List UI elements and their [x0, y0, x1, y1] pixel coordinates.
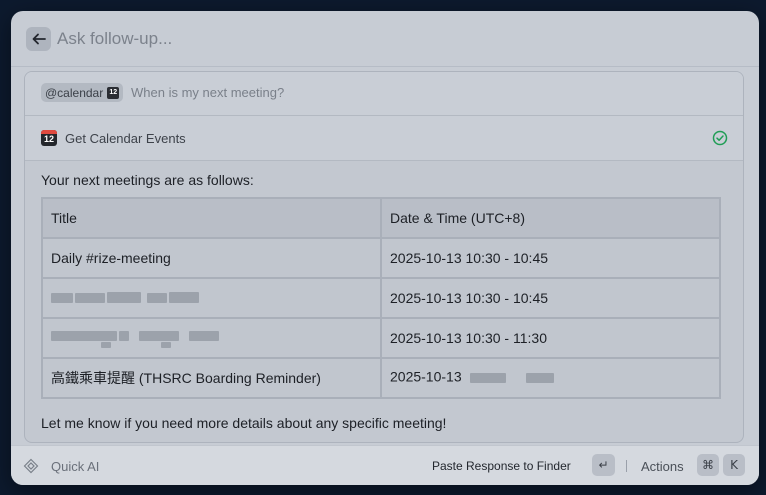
redacted-text — [51, 288, 221, 308]
redacted-text — [466, 368, 566, 388]
return-key-hint: ↵ — [592, 454, 615, 476]
calendar-mini-icon: 12 — [107, 86, 120, 99]
meeting-datetime: 2025-10-13 10:30 - 10:45 — [380, 277, 721, 319]
app-name: Quick AI — [51, 459, 100, 474]
meeting-datetime: 2025-10-13 — [390, 368, 462, 385]
meeting-title: Daily #rize-meeting — [41, 237, 382, 279]
command-key-hint: ⌘ — [697, 454, 719, 476]
footer-divider — [626, 460, 627, 472]
table-row: 2025-10-13 10:30 - 10:45 — [41, 277, 721, 319]
calendar-icon: 12 — [41, 130, 57, 146]
redacted-text — [51, 328, 221, 348]
arrow-left-icon — [32, 33, 46, 45]
response-outro: Let me know if you need more details abo… — [41, 415, 447, 431]
meeting-datetime: 2025-10-13 10:30 - 10:45 — [380, 237, 721, 279]
header-datetime: Date & Time (UTC+8) — [380, 197, 721, 239]
table-header-row: Title Date & Time (UTC+8) — [41, 197, 721, 239]
actions-button[interactable]: Actions — [641, 459, 684, 474]
paste-response-button[interactable]: Paste Response to Finder — [432, 459, 571, 473]
conversation-panel: @calendar 12 When is my next meeting? 12… — [24, 71, 744, 443]
response-intro: Your next meetings are as follows: — [41, 172, 254, 188]
tool-call-row[interactable]: 12 Get Calendar Events — [25, 116, 743, 161]
meeting-title: 高鐵乘車提醒 (THSRC Boarding Reminder) — [41, 357, 382, 399]
quick-ai-window: @calendar 12 When is my next meeting? 12… — [11, 11, 759, 485]
follow-up-input[interactable] — [57, 25, 697, 53]
table-row: 2025-10-13 10:30 - 11:30 — [41, 317, 721, 359]
user-query-row: @calendar 12 When is my next meeting? — [25, 72, 743, 116]
tool-call-label: Get Calendar Events — [65, 131, 186, 146]
meeting-title-redacted — [41, 317, 382, 359]
header-title: Title — [41, 197, 382, 239]
calendar-icon-number: 12 — [43, 134, 54, 144]
k-key-hint: K — [723, 454, 745, 476]
footer-bar: Quick AI Paste Response to Finder ↵ Acti… — [11, 445, 759, 485]
mention-label: @calendar — [45, 85, 104, 100]
meeting-title-redacted — [41, 277, 382, 319]
table-row: Daily #rize-meeting 2025-10-13 10:30 - 1… — [41, 237, 721, 279]
meeting-datetime-cell: 2025-10-13 — [380, 357, 721, 399]
check-circle-icon — [712, 130, 728, 146]
meeting-datetime: 2025-10-13 10:30 - 11:30 — [380, 317, 721, 359]
back-button[interactable] — [26, 27, 51, 51]
calendar-mention-chip[interactable]: @calendar 12 — [41, 83, 124, 102]
header-bar — [11, 11, 759, 67]
quick-ai-icon — [23, 458, 39, 474]
meetings-table: Title Date & Time (UTC+8) Daily #rize-me… — [41, 197, 721, 399]
table-row: 高鐵乘車提醒 (THSRC Boarding Reminder) 2025-10… — [41, 357, 721, 399]
user-query-text: When is my next meeting? — [131, 85, 285, 100]
